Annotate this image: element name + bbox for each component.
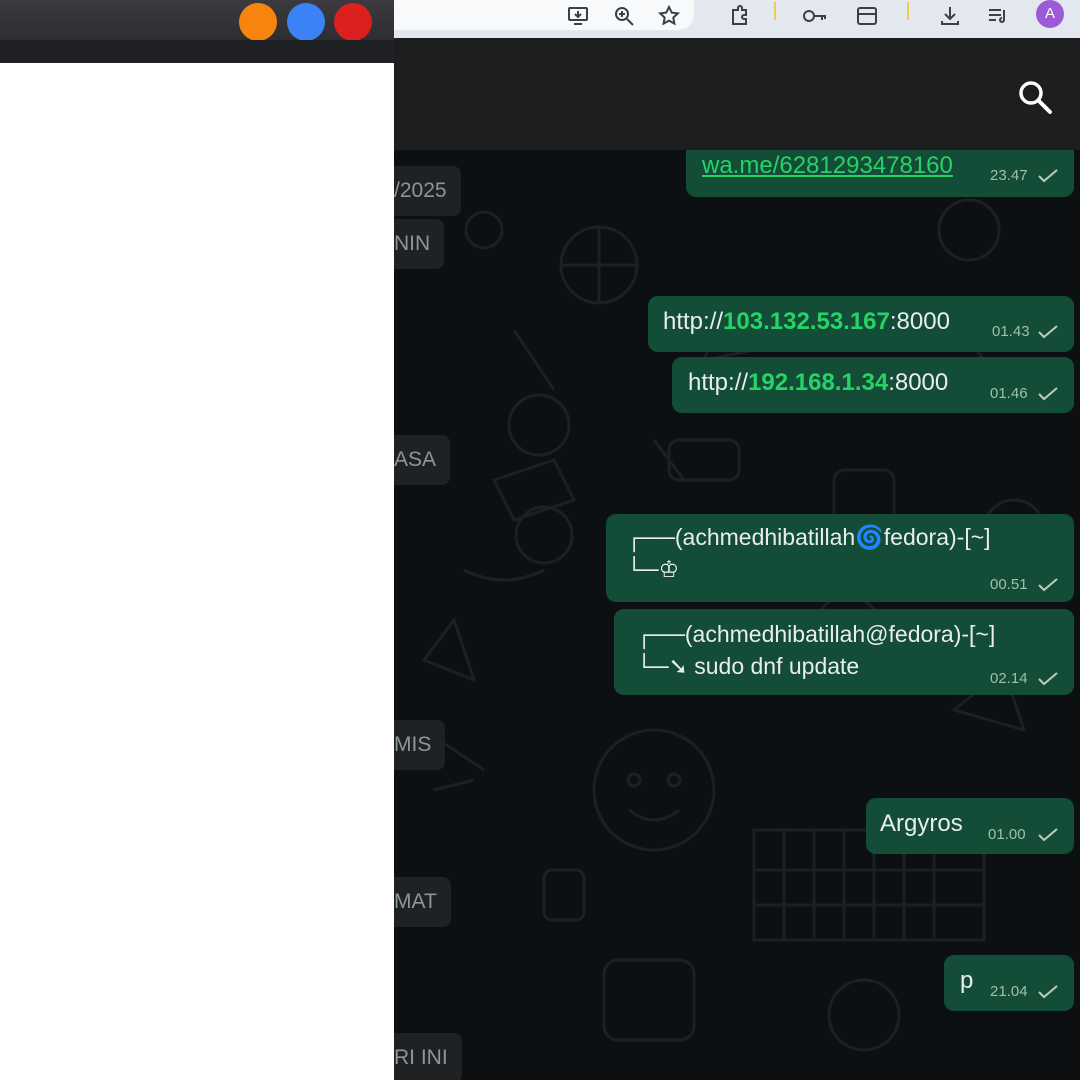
minimize-button[interactable] <box>239 3 277 41</box>
sent-check-icon <box>1038 672 1058 686</box>
password-key-icon[interactable] <box>802 4 826 28</box>
message-time: 01.00 <box>988 826 1026 843</box>
message-bubble[interactable]: wa.me/6281293478160 23.47 <box>686 150 1074 197</box>
browser-toolbar: A <box>394 0 1080 38</box>
message-text[interactable]: Argyros <box>880 810 963 838</box>
close-button[interactable] <box>334 3 372 41</box>
sent-check-icon <box>1038 387 1058 401</box>
toolbar-divider <box>907 2 909 20</box>
message-text[interactable]: p <box>960 967 973 995</box>
message-time: 21.04 <box>990 983 1028 1000</box>
message-time: 01.46 <box>990 385 1028 402</box>
date-separator: /2025 <box>394 166 461 216</box>
message-bubble[interactable]: ┌──(achmedhibatillah@fedora)-[~] └─➘ sud… <box>614 609 1074 695</box>
profile-avatar[interactable]: A <box>1036 0 1064 28</box>
sent-check-icon <box>1038 169 1058 183</box>
chat-messages[interactable]: /2025 NIN ASA MIS MAT RI INI wa.me/62812… <box>394 150 1080 1080</box>
install-app-icon[interactable] <box>566 4 590 28</box>
message-bubble[interactable]: p 21.04 <box>944 955 1074 1011</box>
date-separator: NIN <box>394 219 445 269</box>
message-text[interactable]: http://192.168.1.34:8000 <box>688 369 948 397</box>
date-separator: ASA <box>394 435 451 485</box>
message-text-line[interactable]: └─♔ <box>626 556 679 583</box>
window-tabstrip <box>0 40 394 63</box>
search-icon <box>1019 81 1052 114</box>
window-titlebar[interactable] <box>0 0 394 41</box>
message-text-line[interactable]: └─➘ sudo dnf update <box>636 653 859 680</box>
message-time: 02.14 <box>990 670 1028 687</box>
download-icon[interactable] <box>938 4 962 28</box>
message-bubble[interactable]: ┌──(achmedhibatillah🌀fedora)-[~] └─♔ 00.… <box>606 514 1074 602</box>
search-button[interactable] <box>1014 76 1058 120</box>
message-bubble[interactable]: http://192.168.1.34:8000 01.46 <box>672 357 1074 413</box>
message-link[interactable]: wa.me/6281293478160 <box>702 152 953 180</box>
sent-check-icon <box>1038 578 1058 592</box>
message-text-line[interactable]: ┌──(achmedhibatillah🌀fedora)-[~] <box>626 524 991 551</box>
sent-check-icon <box>1038 828 1058 842</box>
floating-browser-window[interactable] <box>0 0 394 1080</box>
message-time: 01.43 <box>992 323 1030 340</box>
bookmark-star-icon[interactable] <box>657 4 681 28</box>
message-time: 23.47 <box>990 167 1028 184</box>
zoom-icon[interactable] <box>612 4 636 28</box>
reading-list-icon[interactable] <box>986 4 1010 28</box>
message-text[interactable]: http://103.132.53.167:8000 <box>663 308 950 336</box>
message-bubble[interactable]: Argyros 01.00 <box>866 798 1074 854</box>
chat-header <box>394 38 1080 150</box>
sidebar-icon[interactable] <box>855 4 879 28</box>
date-separator: RI INI <box>394 1033 462 1080</box>
date-separator: MAT <box>394 877 451 927</box>
message-text-line[interactable]: ┌──(achmedhibatillah@fedora)-[~] <box>636 621 995 648</box>
toolbar-divider <box>774 2 776 20</box>
extensions-icon[interactable] <box>728 4 752 28</box>
address-bar[interactable] <box>394 0 694 30</box>
maximize-button[interactable] <box>287 3 325 41</box>
message-bubble[interactable]: http://103.132.53.167:8000 01.43 <box>648 296 1074 352</box>
sent-check-icon <box>1038 985 1058 999</box>
sent-check-icon <box>1038 325 1058 339</box>
message-time: 00.51 <box>990 576 1028 593</box>
date-separator: MIS <box>394 720 446 770</box>
